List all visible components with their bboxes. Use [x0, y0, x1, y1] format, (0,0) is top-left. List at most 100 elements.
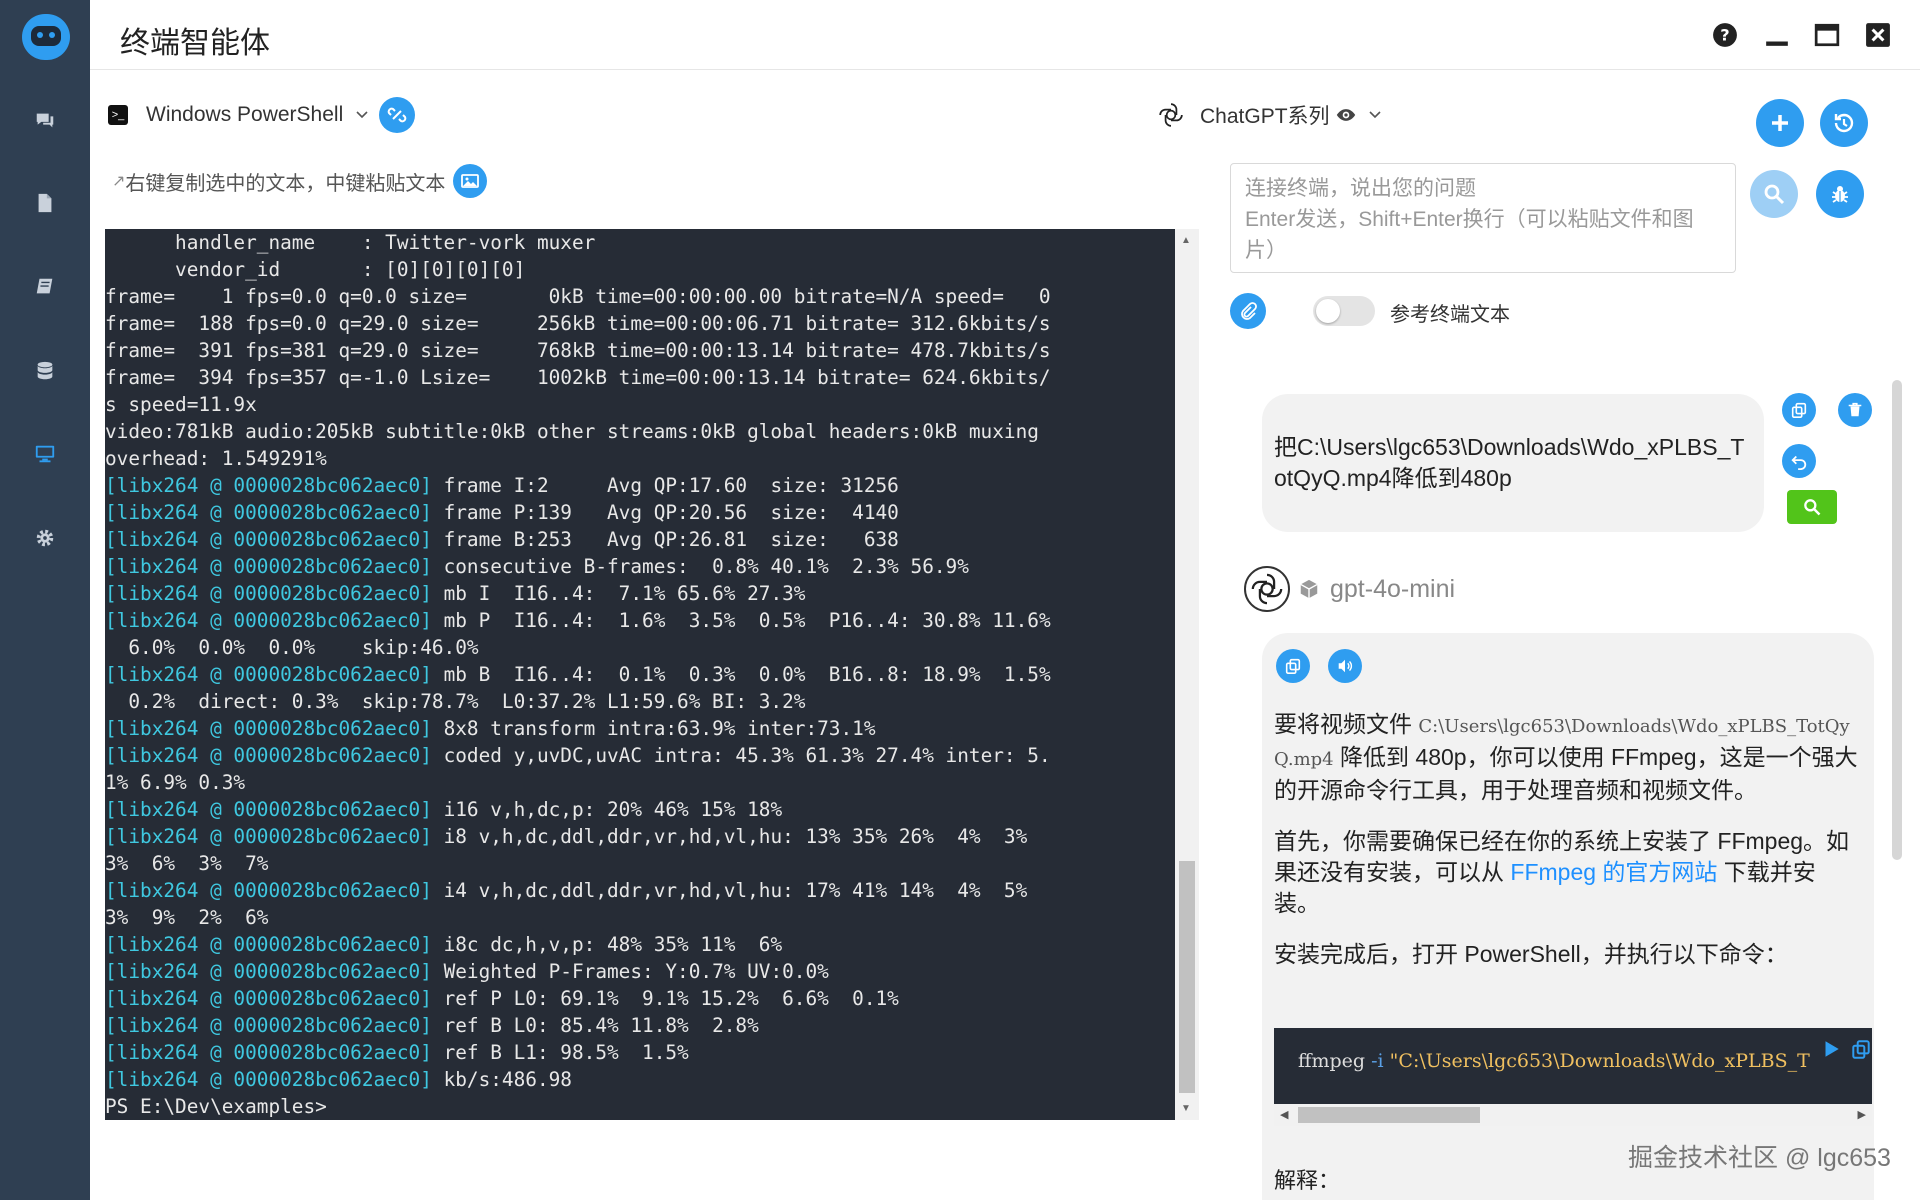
terminal-output[interactable]: handler_name : Twitter-vork muxer vendor…	[105, 229, 1175, 1120]
sidebar-item-chat[interactable]	[25, 100, 65, 140]
terminal-line: [libx264 @ 0000028bc062aec0] mb B I16..4…	[105, 661, 1175, 688]
help-button[interactable]: ?	[1710, 20, 1740, 50]
bug-icon	[1832, 186, 1848, 203]
input-placeholder-line1: 连接终端，说出您的问题	[1245, 177, 1476, 200]
terminal-line-text: 3% 9% 2% 6%	[105, 906, 269, 929]
code-scrollbar[interactable]: ◀ ▶	[1274, 1104, 1872, 1126]
terminal-scroll-thumb[interactable]	[1179, 861, 1195, 1093]
answer-partial-text: 解释：	[1274, 1168, 1341, 1193]
terminal-scrollbar[interactable]: ▲ ▼	[1175, 229, 1199, 1120]
terminal-line-text: PS E:\Dev\examples>	[105, 1095, 327, 1118]
close-icon	[1866, 23, 1890, 47]
terminal-line: 0.2% direct: 0.3% skip:78.7% L0:37.2% L1…	[105, 688, 1175, 715]
sidebar-item-terminal[interactable]	[25, 434, 65, 474]
book-icon	[36, 278, 53, 294]
terminal-line-text: frame P:139 Avg QP:20.56 size: 4140	[431, 501, 899, 524]
terminal-line: [libx264 @ 0000028bc062aec0] ref B L1: 9…	[105, 1039, 1175, 1066]
close-button[interactable]	[1863, 20, 1893, 50]
terminal-line-prefix: [libx264 @ 0000028bc062aec0]	[105, 825, 432, 848]
run-icon[interactable]	[1820, 1038, 1842, 1060]
model-selector[interactable]: ChatGPT系列	[1158, 98, 1382, 132]
copy-icon[interactable]	[1850, 1038, 1872, 1060]
maximize-button[interactable]	[1812, 20, 1842, 50]
terminal-line-prefix: [libx264 @ 0000028bc062aec0]	[105, 663, 432, 686]
copy-message-button[interactable]	[1782, 393, 1816, 427]
bot-avatar	[1244, 566, 1290, 612]
terminal-line: s speed=11.9x	[105, 391, 1175, 418]
sidebar-item-file[interactable]	[25, 183, 65, 223]
speaker-icon	[1338, 659, 1353, 673]
terminal-line-prefix: [libx264 @ 0000028bc062aec0]	[105, 933, 432, 956]
terminal-line-prefix: [libx264 @ 0000028bc062aec0]	[105, 1014, 432, 1037]
sidebar	[0, 0, 90, 1200]
terminal-line-text: 0.2% direct: 0.3% skip:78.7% L0:37.2% L1…	[105, 690, 806, 713]
reference-terminal-toggle[interactable]	[1313, 296, 1375, 326]
code-command: ffmpeg -i "C:\Users\lgc653\Downloads\Wdo…	[1298, 1050, 1810, 1072]
eye-icon[interactable]	[1336, 105, 1356, 125]
reference-terminal-label: 参考终端文本	[1390, 304, 1510, 326]
code-scroll-thumb[interactable]	[1298, 1107, 1480, 1123]
terminal-line-prefix: [libx264 @ 0000028bc062aec0]	[105, 879, 432, 902]
sidebar-item-book[interactable]	[25, 267, 65, 307]
terminal-line-text: handler_name : Twitter-vork muxer	[105, 231, 596, 254]
search-message-button[interactable]	[1787, 490, 1837, 524]
undo-icon	[1791, 455, 1807, 470]
sidebar-item-database[interactable]	[25, 351, 65, 391]
code-tools	[1820, 1038, 1872, 1060]
screenshot-button[interactable]	[453, 164, 488, 198]
search-button[interactable]	[1750, 170, 1798, 218]
chevron-down-icon[interactable]	[1368, 108, 1382, 122]
terminal-line-prefix: [libx264 @ 0000028bc062aec0]	[105, 744, 432, 767]
terminal-line: [libx264 @ 0000028bc062aec0] i8c dc,h,v,…	[105, 931, 1175, 958]
minimize-button[interactable]	[1762, 20, 1792, 50]
app-window: 终端智能体 ? >_ Windows PowerShell ↗ 右键复制选中的文…	[0, 0, 1920, 1200]
chevron-down-icon[interactable]	[355, 108, 369, 122]
unlink-icon	[387, 107, 407, 123]
minimize-icon	[1766, 41, 1788, 46]
terminal-line-prefix: [libx264 @ 0000028bc062aec0]	[105, 717, 432, 740]
debug-button[interactable]	[1816, 170, 1864, 218]
code-block[interactable]: ffmpeg -i "C:\Users\lgc653\Downloads\Wdo…	[1274, 1028, 1872, 1104]
terminal-line: [libx264 @ 0000028bc062aec0] frame B:253…	[105, 526, 1175, 553]
terminal-line-prefix: [libx264 @ 0000028bc062aec0]	[105, 1041, 432, 1064]
terminal-line-prefix: [libx264 @ 0000028bc062aec0]	[105, 528, 432, 551]
answer-paragraph-3: 安装完成后，打开 PowerShell，并执行以下命令：	[1274, 941, 1788, 967]
terminal-line-prefix: [libx264 @ 0000028bc062aec0]	[105, 582, 432, 605]
terminal-line: [libx264 @ 0000028bc062aec0] consecutive…	[105, 553, 1175, 580]
answer-paragraph-2: 首先，你需要确保已经在你的系统上安装了 FFmpeg。如果还没有安装，可以从 F…	[1274, 828, 1850, 916]
undo-button[interactable]	[1782, 444, 1816, 478]
terminal-line-text: consecutive B-frames: 0.8% 40.1% 2.3% 56…	[431, 555, 969, 578]
monitor-icon	[35, 445, 55, 463]
terminal-line-text: mb B I16..4: 0.1% 0.3% 0.0% B16..8: 18.9…	[431, 663, 1051, 686]
delete-message-button[interactable]	[1838, 393, 1872, 427]
speak-button[interactable]	[1328, 649, 1362, 683]
terminal-hint: ↗ 右键复制选中的文本，中键粘贴文本	[112, 164, 488, 198]
powershell-icon: >_	[108, 105, 128, 125]
bot-message-tools	[1276, 649, 1362, 683]
terminal-line-prefix: [libx264 @ 0000028bc062aec0]	[105, 1068, 432, 1091]
shell-selector[interactable]: >_ Windows PowerShell	[108, 97, 416, 133]
ffmpeg-site-link[interactable]: FFmpeg 的官方网站	[1510, 859, 1717, 885]
question-input[interactable]: 连接终端，说出您的问题 Enter发送，Shift+Enter换行（可以粘贴文件…	[1230, 163, 1736, 273]
bot-message-text: 要将视频文件 C:\Users\lgc653\Downloads\Wdo_xPL…	[1274, 709, 1858, 990]
terminal-line-text: i8c dc,h,v,p: 48% 35% 11% 6%	[431, 933, 783, 956]
bot-model-name: gpt-4o-mini	[1330, 574, 1456, 603]
chat-scrollbar[interactable]	[1892, 380, 1902, 860]
disconnect-button[interactable]	[379, 97, 416, 133]
terminal-line-text: frame B:253 Avg QP:26.81 size: 638	[431, 528, 899, 551]
copy-answer-button[interactable]	[1276, 649, 1310, 683]
search-icon	[1804, 499, 1821, 516]
sidebar-item-settings[interactable]	[25, 518, 65, 558]
terminal-line: [libx264 @ 0000028bc062aec0] frame I:2 A…	[105, 472, 1175, 499]
watermark: 掘金技术社区 @ lgc653	[1628, 1144, 1891, 1172]
terminal-line-text: frame= 391 fps=381 q=29.0 size= 768kB ti…	[105, 339, 1051, 362]
new-chat-button[interactable]	[1756, 99, 1804, 147]
terminal-line-prefix: [libx264 @ 0000028bc062aec0]	[105, 798, 432, 821]
input-placeholder-line2: Enter发送，Shift+Enter换行（可以粘贴文件和图片）	[1245, 208, 1694, 262]
help-icon: ?	[1713, 23, 1737, 47]
app-title: 终端智能体	[120, 27, 270, 60]
attach-button[interactable]	[1230, 293, 1266, 329]
history-button[interactable]	[1820, 99, 1868, 147]
terminal-line: frame= 1 fps=0.0 q=0.0 size= 0kB time=00…	[105, 283, 1175, 310]
copy-icon	[1791, 402, 1807, 419]
